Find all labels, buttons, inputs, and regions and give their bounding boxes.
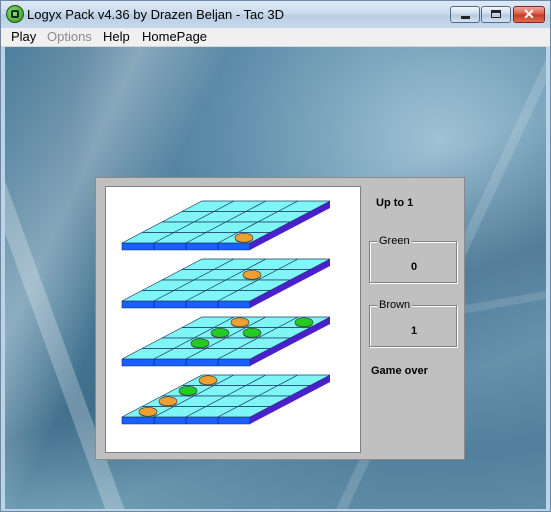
maximize-button[interactable] bbox=[481, 6, 511, 23]
menu-help[interactable]: Help bbox=[103, 29, 130, 44]
window-title: Logyx Pack v4.36 by Drazen Beljan - Tac … bbox=[27, 7, 285, 22]
menu-homepage[interactable]: HomePage bbox=[142, 29, 207, 44]
status-label: Game over bbox=[371, 365, 428, 377]
brown-score-title: Brown bbox=[377, 299, 413, 311]
title-bar[interactable]: Logyx Pack v4.36 by Drazen Beljan - Tac … bbox=[1, 1, 550, 28]
app-icon[interactable] bbox=[6, 5, 24, 23]
game-board[interactable] bbox=[105, 186, 361, 453]
background-image: Up to 1 Green 0 Brown 1 Game over bbox=[5, 47, 546, 509]
minimize-button[interactable] bbox=[450, 6, 480, 23]
brown-score-box: Brown 1 bbox=[369, 299, 458, 348]
brown-score-value: 1 bbox=[410, 325, 418, 337]
brown-piece bbox=[234, 232, 254, 243]
menu-options[interactable]: Options bbox=[47, 29, 92, 44]
green-piece bbox=[294, 317, 314, 328]
menu-bar: Play Options Help HomePage bbox=[1, 28, 550, 47]
green-piece bbox=[210, 327, 230, 338]
board-canvas[interactable] bbox=[106, 187, 360, 452]
close-button[interactable]: ✕ bbox=[513, 6, 545, 23]
menu-play[interactable]: Play bbox=[11, 29, 36, 44]
brown-piece bbox=[138, 406, 158, 417]
close-icon: ✕ bbox=[523, 6, 535, 22]
green-piece bbox=[242, 327, 262, 338]
goal-label: Up to 1 bbox=[376, 197, 414, 209]
green-score-value: 0 bbox=[410, 261, 418, 273]
app-window: Logyx Pack v4.36 by Drazen Beljan - Tac … bbox=[0, 0, 551, 512]
game-panel: Up to 1 Green 0 Brown 1 Game over bbox=[95, 177, 465, 460]
green-score-title: Green bbox=[377, 235, 412, 247]
brown-piece bbox=[242, 269, 262, 280]
brown-piece bbox=[230, 317, 250, 328]
green-score-box: Green 0 bbox=[369, 235, 458, 284]
brown-piece bbox=[198, 375, 218, 386]
green-piece bbox=[178, 385, 198, 396]
brown-piece bbox=[158, 396, 178, 407]
green-piece bbox=[190, 338, 210, 349]
